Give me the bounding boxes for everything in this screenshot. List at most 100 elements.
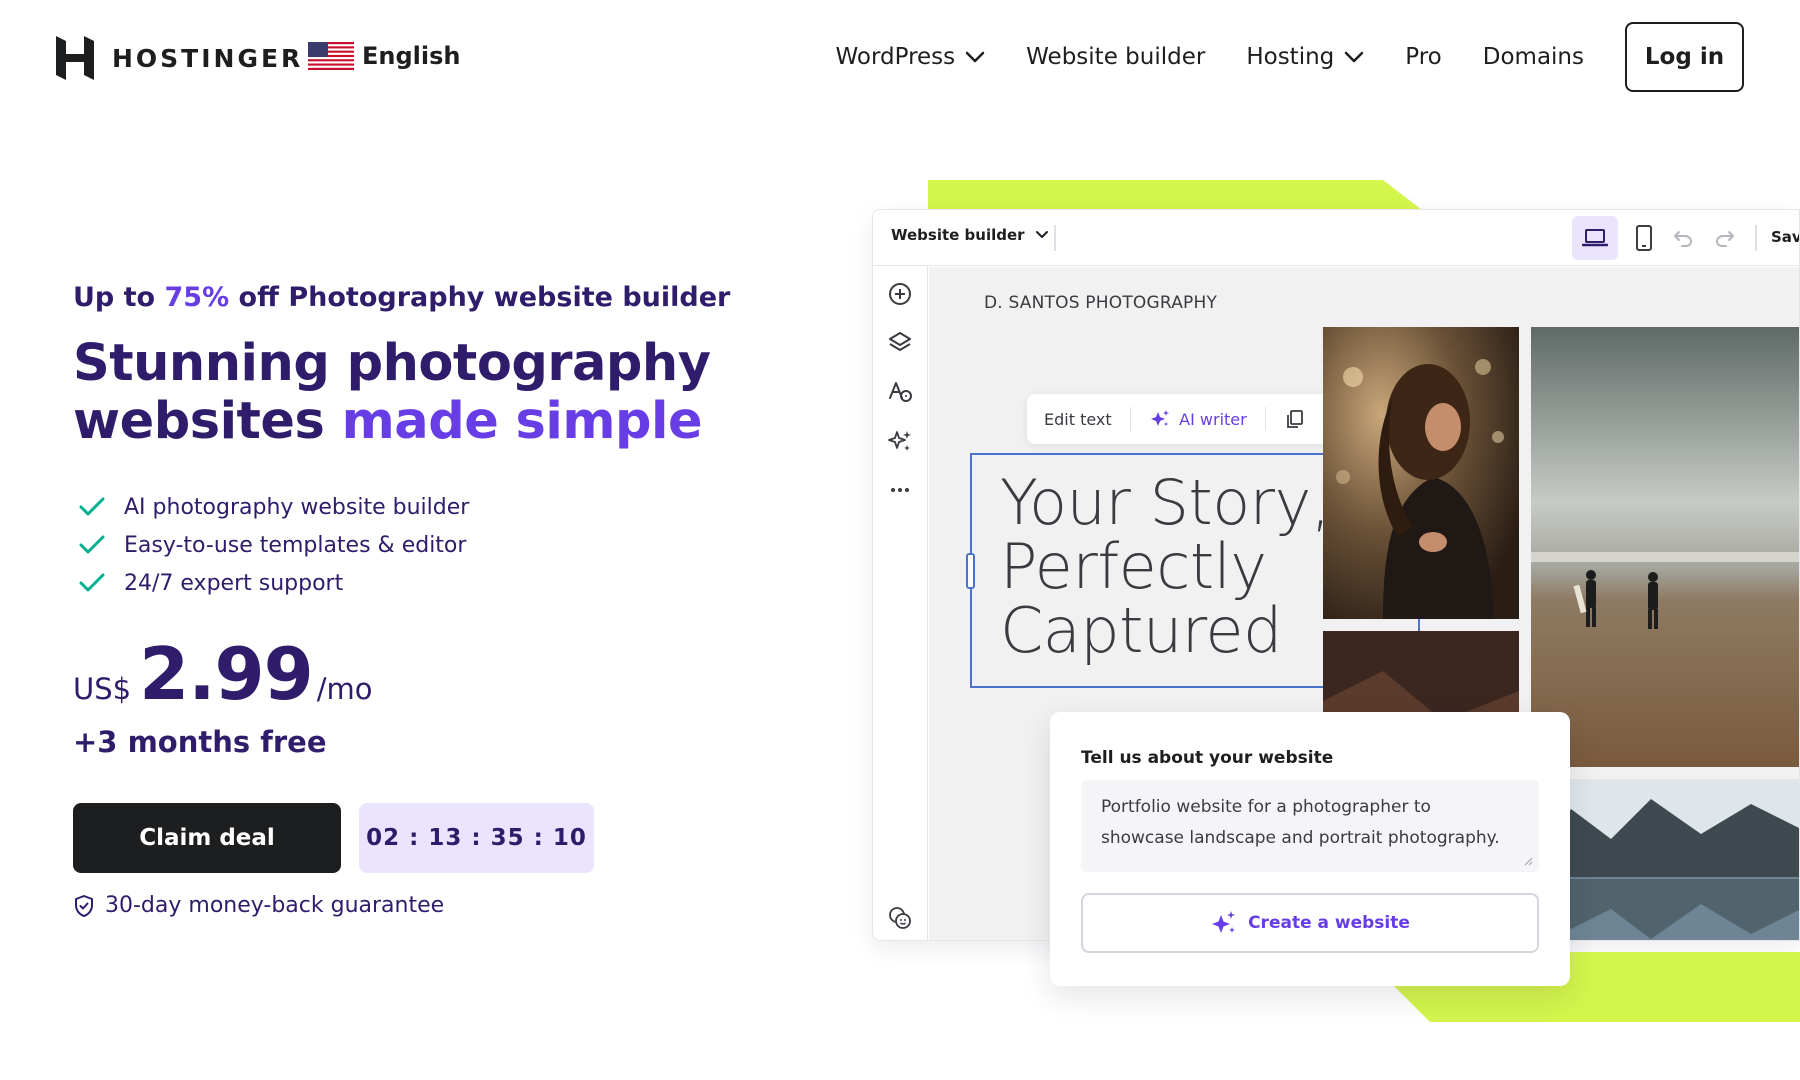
lake-photo bbox=[1531, 779, 1799, 940]
chevron-down-icon bbox=[1345, 51, 1364, 63]
ai-prompt-card: Tell us about your website Portfolio web… bbox=[1050, 712, 1570, 986]
countdown-timer: 02 : 13 : 35 : 10 bbox=[359, 803, 594, 873]
nav-website-builder-label: Website builder bbox=[1026, 44, 1206, 70]
builder-menu[interactable]: Website builder bbox=[891, 226, 1049, 244]
sparkle-icon bbox=[1151, 410, 1170, 426]
text-palette-icon bbox=[889, 382, 912, 402]
resize-grip-icon[interactable] bbox=[1523, 856, 1533, 866]
headline-line1: Your Story, bbox=[1000, 466, 1331, 539]
toolbar-divider bbox=[1264, 407, 1267, 431]
chat-support-button[interactable] bbox=[886, 904, 914, 932]
price-amount: 2.99 bbox=[139, 632, 314, 716]
hero-title-line1: Stunning photography bbox=[73, 334, 711, 393]
hero-title-accent: made simple bbox=[341, 392, 703, 451]
styles-button[interactable] bbox=[886, 378, 914, 406]
feature-item: Easy-to-use templates & editor bbox=[78, 526, 469, 564]
resize-handle-left[interactable] bbox=[966, 553, 975, 589]
laptop-icon bbox=[1582, 229, 1608, 247]
save-button[interactable]: Save bbox=[1771, 228, 1799, 246]
main-nav: WordPress Website builder Hosting Pro Do… bbox=[836, 22, 1744, 92]
ai-prompt-label: Tell us about your website bbox=[1081, 748, 1334, 768]
check-icon bbox=[79, 535, 105, 554]
builder-sidebar bbox=[873, 266, 928, 940]
builder-toolbar: Website builder Save bbox=[873, 210, 1799, 266]
layers-icon bbox=[889, 332, 911, 351]
shield-check-icon bbox=[75, 894, 93, 917]
more-options-button[interactable] bbox=[886, 476, 914, 504]
guarantee-label: 30-day money-back guarantee bbox=[105, 893, 445, 918]
nav-domains[interactable]: Domains bbox=[1483, 22, 1584, 92]
more-horizontal-icon bbox=[891, 488, 909, 492]
free-months: +3 months free bbox=[73, 725, 327, 759]
nav-pro-label: Pro bbox=[1405, 44, 1442, 70]
language-label: English bbox=[362, 42, 461, 70]
check-icon bbox=[79, 497, 105, 516]
website-description-textarea[interactable]: Portfolio website for a photographer to … bbox=[1081, 780, 1539, 872]
site-name: D. SANTOS PHOTOGRAPHY bbox=[984, 293, 1218, 313]
promo-suffix: off Photography website builder bbox=[229, 282, 731, 313]
nav-pro[interactable]: Pro bbox=[1405, 22, 1442, 92]
price-currency: US$ bbox=[73, 672, 132, 706]
feature-item: 24/7 expert support bbox=[78, 564, 469, 602]
website-description-value: Portfolio website for a photographer to … bbox=[1101, 797, 1500, 848]
feature-list: AI photography website builder Easy-to-u… bbox=[78, 488, 469, 602]
site-headline: Your Story, Perfectly Captured bbox=[1000, 471, 1331, 663]
feature-item: AI photography website builder bbox=[78, 488, 469, 526]
language-selector[interactable]: English bbox=[308, 42, 460, 70]
brand-name: HOSTINGER bbox=[112, 43, 304, 73]
promo-headline: Up to 75% off Photography website builde… bbox=[73, 282, 730, 313]
add-section-button[interactable] bbox=[886, 280, 914, 308]
nav-website-builder[interactable]: Website builder bbox=[1026, 22, 1205, 92]
us-flag-icon bbox=[308, 42, 354, 70]
claim-deal-button[interactable]: Claim deal bbox=[73, 803, 341, 873]
toolbar-divider bbox=[1755, 225, 1757, 251]
price: US$ 2.99 /mo bbox=[73, 632, 373, 716]
layers-button[interactable] bbox=[886, 329, 914, 357]
login-button[interactable]: Log in bbox=[1625, 22, 1744, 92]
feature-label: 24/7 expert support bbox=[124, 570, 344, 596]
sparkle-icon bbox=[888, 431, 911, 451]
mobile-view-toggle[interactable] bbox=[1629, 222, 1659, 254]
ai-writer-label: AI writer bbox=[1179, 409, 1247, 429]
feature-label: Easy-to-use templates & editor bbox=[124, 532, 467, 558]
promo-discount: 75% bbox=[164, 282, 230, 313]
decorative-lime-band bbox=[928, 180, 1422, 210]
chevron-down-icon bbox=[965, 51, 985, 63]
plus-circle-icon bbox=[889, 283, 911, 305]
sparkle-icon bbox=[1212, 911, 1236, 933]
promo-prefix: Up to bbox=[73, 282, 165, 313]
hero-title: Stunning photography websites made simpl… bbox=[73, 335, 711, 451]
headline-line2: Perfectly bbox=[1000, 530, 1267, 603]
redo-icon[interactable] bbox=[1713, 226, 1737, 250]
toolbar-divider bbox=[1129, 407, 1132, 431]
nav-hosting[interactable]: Hosting bbox=[1246, 22, 1364, 92]
feature-label: AI photography website builder bbox=[124, 494, 470, 520]
create-website-label: Create a website bbox=[1248, 913, 1410, 933]
builder-title: Website builder bbox=[891, 226, 1025, 244]
hero-title-line2: websites bbox=[73, 392, 342, 451]
brand-logo[interactable]: HOSTINGER bbox=[56, 36, 303, 80]
desktop-view-toggle[interactable] bbox=[1572, 216, 1618, 260]
portrait-photo bbox=[1323, 327, 1519, 619]
undo-icon[interactable] bbox=[1671, 226, 1695, 250]
chevron-down-icon bbox=[1035, 231, 1048, 238]
edit-text-button[interactable]: Edit text bbox=[1044, 410, 1112, 429]
toolbar-divider bbox=[1054, 225, 1056, 251]
money-back-guarantee: 30-day money-back guarantee bbox=[73, 893, 444, 918]
mobile-icon bbox=[1636, 225, 1652, 251]
hostinger-logo-icon bbox=[56, 36, 94, 80]
price-period: /mo bbox=[316, 672, 373, 706]
nav-domains-label: Domains bbox=[1482, 44, 1584, 70]
beach-photo bbox=[1531, 327, 1799, 767]
ai-writer-button[interactable]: AI writer bbox=[1149, 408, 1247, 430]
create-website-button[interactable]: Create a website bbox=[1081, 893, 1539, 953]
headline-line3: Captured bbox=[1000, 594, 1282, 667]
check-icon bbox=[79, 573, 105, 592]
nav-wordpress[interactable]: WordPress bbox=[836, 22, 986, 92]
site-header: HOSTINGER English WordPress Website buil… bbox=[0, 0, 1800, 115]
duplicate-icon[interactable] bbox=[1284, 408, 1306, 430]
smiley-chat-icon bbox=[889, 907, 911, 929]
nav-wordpress-label: WordPress bbox=[835, 44, 956, 70]
nav-hosting-label: Hosting bbox=[1246, 44, 1335, 70]
ai-tools-button[interactable] bbox=[886, 427, 914, 455]
